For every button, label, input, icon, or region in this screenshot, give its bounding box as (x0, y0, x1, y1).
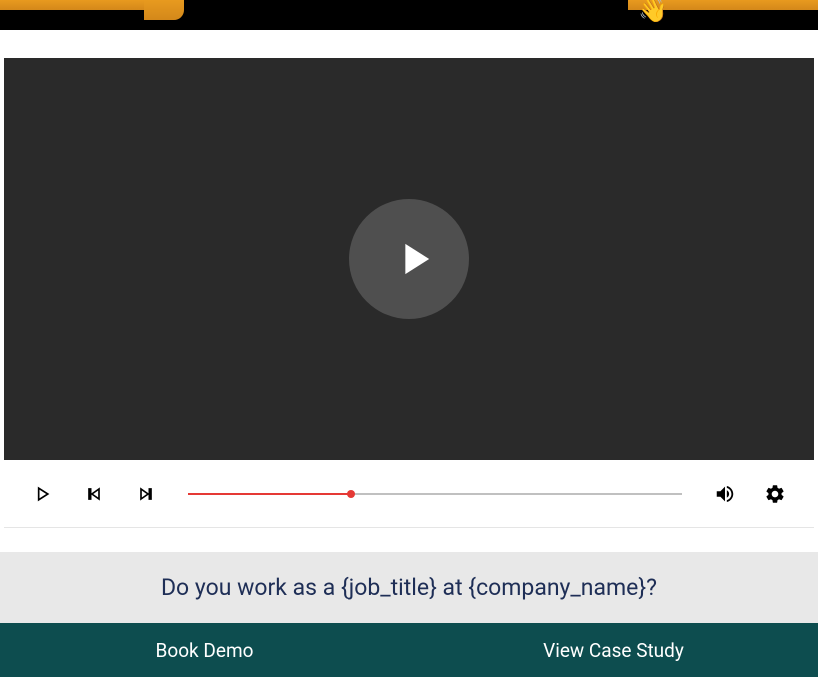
previous-button[interactable] (84, 484, 104, 504)
cta-bar: Book Demo View Case Study (0, 623, 818, 677)
video-controls (4, 460, 814, 528)
play-small-icon (32, 484, 52, 504)
play-button-large[interactable] (349, 199, 469, 319)
question-banner: Do you work as a {job_title} at {company… (0, 552, 818, 623)
progress-fill (188, 493, 351, 495)
skip-next-icon (136, 484, 156, 504)
video-area[interactable] (4, 58, 814, 460)
volume-icon (714, 483, 736, 505)
controls-right (714, 483, 786, 505)
view-case-study-label: View Case Study (543, 639, 684, 662)
next-button[interactable] (136, 484, 156, 504)
question-text: Do you work as a {job_title} at {company… (161, 574, 657, 601)
book-demo-label: Book Demo (156, 639, 254, 662)
progress-bar[interactable] (188, 492, 682, 496)
settings-button[interactable] (764, 483, 786, 505)
video-player (0, 54, 818, 532)
banner-decoration-left-extra (144, 0, 184, 20)
top-banner: 👋 (0, 0, 818, 30)
spacer (0, 532, 818, 552)
play-icon (388, 233, 440, 285)
wave-icon: 👋 (638, 0, 668, 24)
view-case-study-button[interactable]: View Case Study (409, 623, 818, 677)
play-button[interactable] (32, 484, 52, 504)
book-demo-button[interactable]: Book Demo (0, 623, 409, 677)
gear-icon (764, 483, 786, 505)
skip-previous-icon (84, 484, 104, 504)
volume-button[interactable] (714, 483, 736, 505)
progress-thumb[interactable] (347, 490, 355, 498)
